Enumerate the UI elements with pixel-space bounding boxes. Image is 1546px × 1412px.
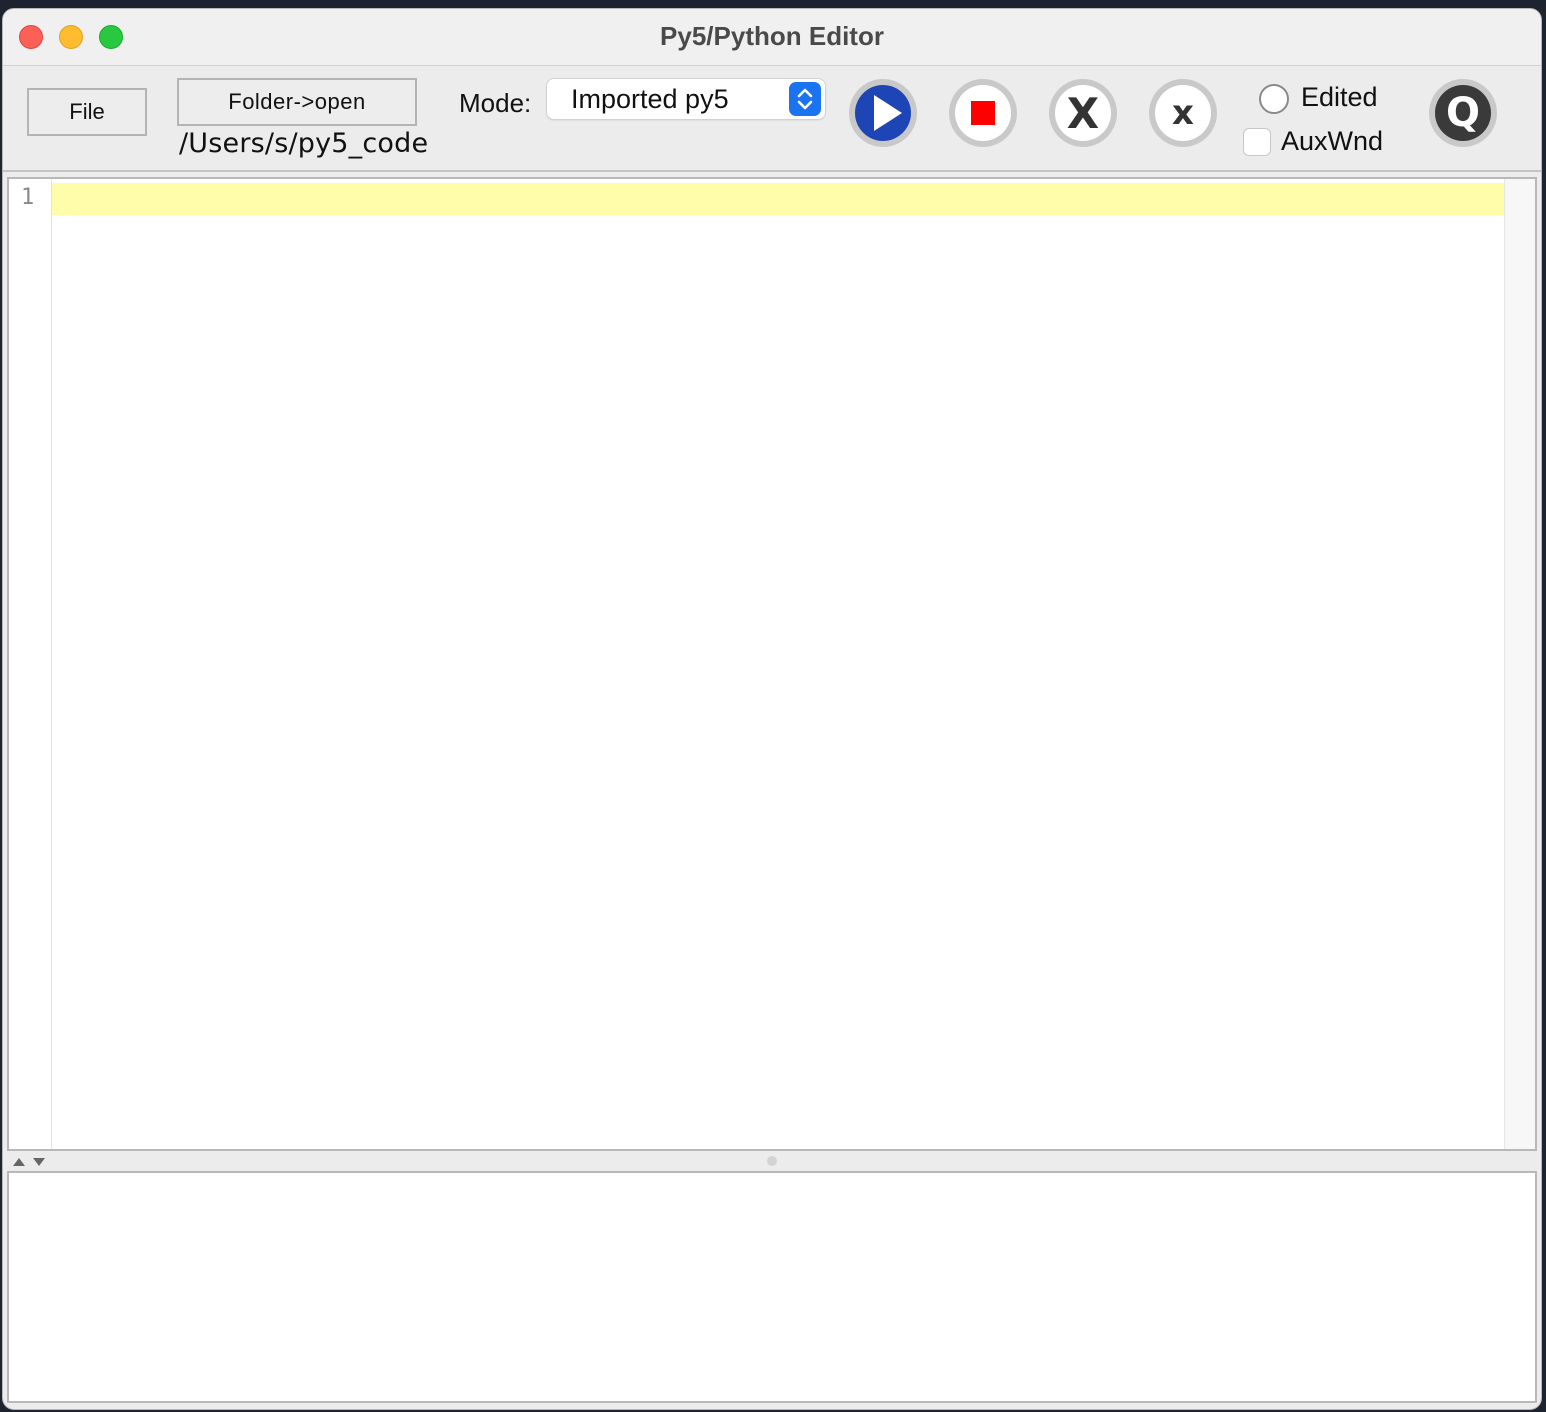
folder-path-label: /Users/s/py5_code xyxy=(179,128,429,159)
split-pane-divider[interactable] xyxy=(7,1151,1537,1171)
toolbar: File Folder->open /Users/s/py5_code Mode… xyxy=(3,66,1541,172)
mode-select[interactable]: Imported py5 xyxy=(547,79,825,119)
title-bar: Py5/Python Editor xyxy=(3,9,1541,66)
auxwnd-label: AuxWnd xyxy=(1281,126,1384,156)
run-button[interactable] xyxy=(849,79,917,147)
quit-button[interactable]: Q xyxy=(1429,79,1497,147)
mode-label: Mode: xyxy=(459,88,532,118)
auxwnd-checkbox[interactable] xyxy=(1243,128,1271,156)
code-editor[interactable]: 1 xyxy=(7,177,1537,1151)
edited-radio[interactable] xyxy=(1259,84,1289,114)
mode-select-value: Imported py5 xyxy=(571,84,729,114)
chevron-up-down-icon xyxy=(789,82,821,116)
expand-down-icon[interactable] xyxy=(33,1158,45,1166)
big-x-icon: X xyxy=(1066,88,1100,138)
current-line-highlight xyxy=(9,183,1505,215)
console-output[interactable] xyxy=(7,1171,1537,1403)
edited-label: Edited xyxy=(1301,82,1378,112)
play-icon xyxy=(849,79,917,147)
quit-q-icon: Q xyxy=(1445,90,1480,136)
folder-open-button[interactable]: Folder->open xyxy=(177,78,417,126)
stop-button[interactable] xyxy=(949,79,1017,147)
window-title: Py5/Python Editor xyxy=(660,21,884,51)
editor-window: Py5/Python Editor File Folder->open /Use… xyxy=(2,8,1542,1410)
clear-console-button[interactable]: x xyxy=(1149,79,1217,147)
small-x-icon: x xyxy=(1172,93,1194,133)
divider-grip-icon[interactable] xyxy=(767,1156,777,1166)
line-number-gutter xyxy=(9,179,52,1149)
file-button[interactable]: File xyxy=(27,88,147,136)
line-number: 1 xyxy=(21,185,35,210)
clear-editor-button[interactable]: X xyxy=(1049,79,1117,147)
stop-icon xyxy=(949,79,1017,147)
expand-up-icon[interactable] xyxy=(13,1158,25,1166)
editor-vertical-scrollbar[interactable] xyxy=(1504,179,1535,1149)
